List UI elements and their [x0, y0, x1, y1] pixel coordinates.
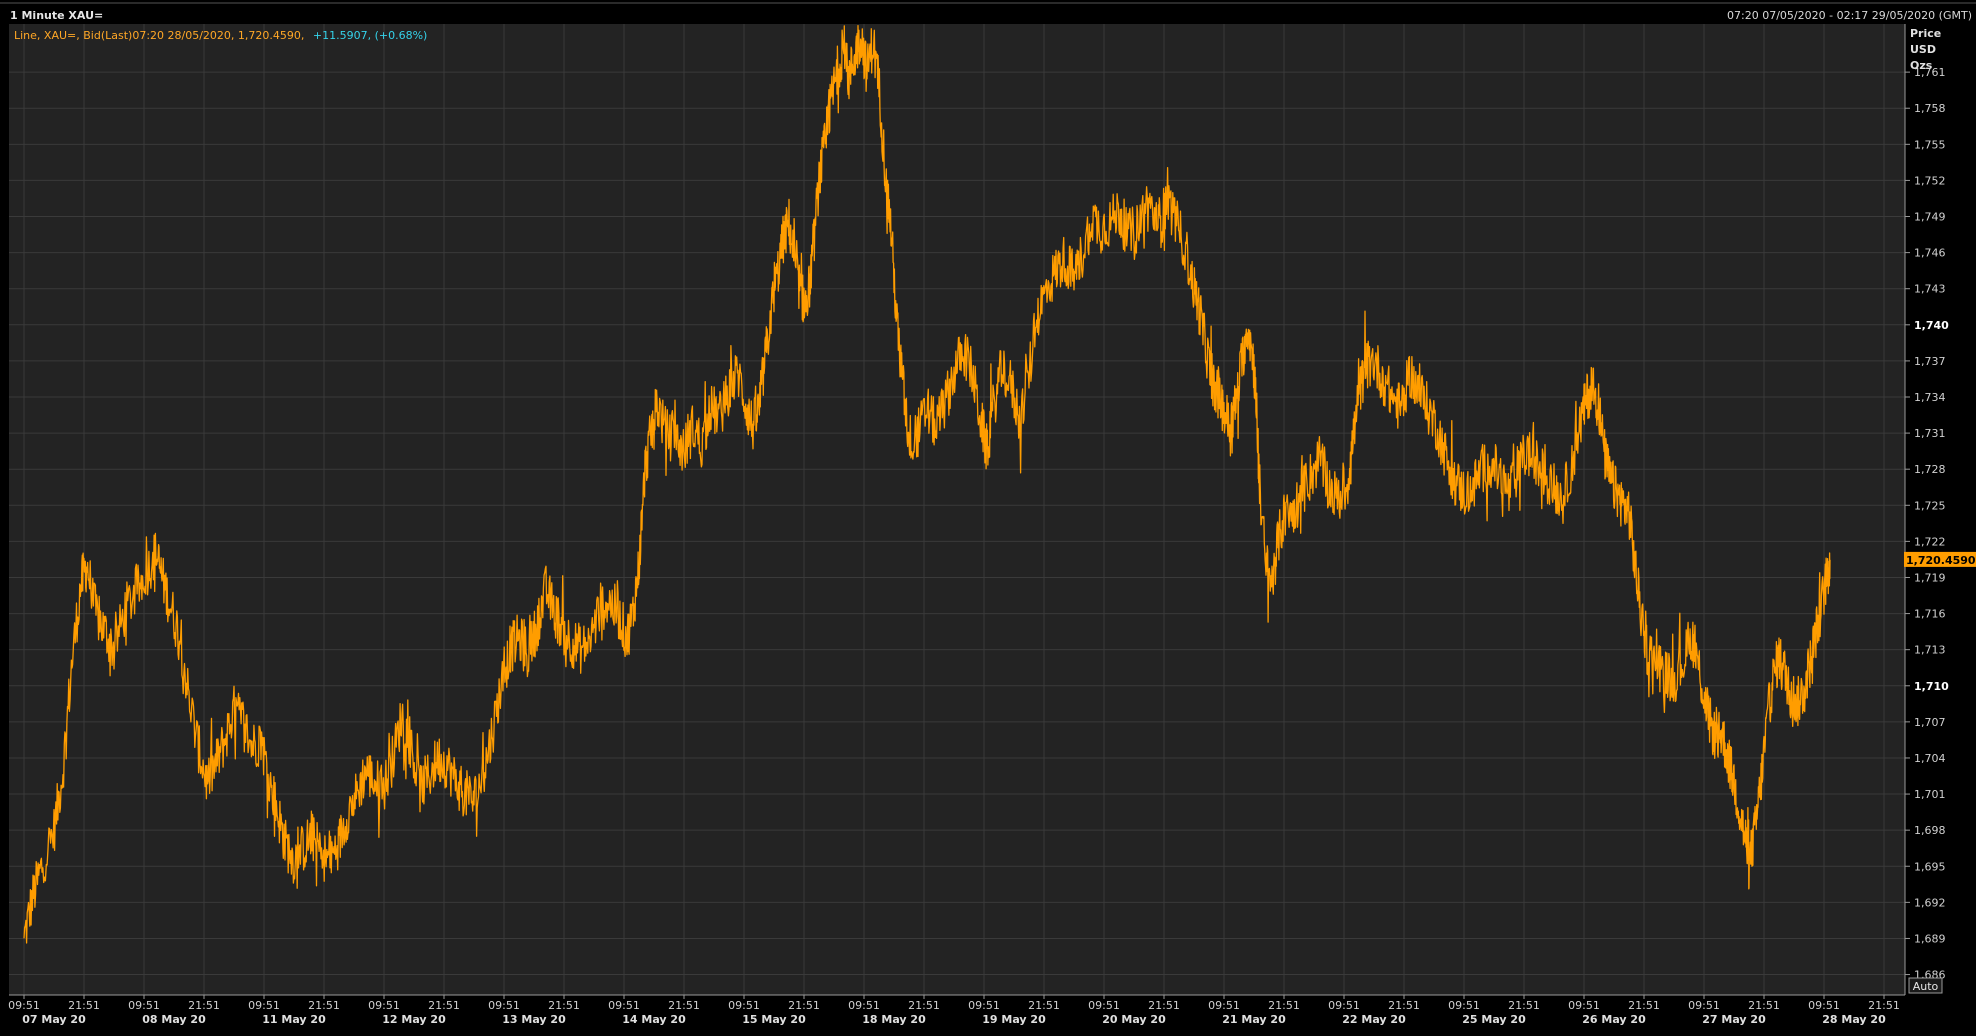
legend-text: Line, XAU=, Bid(Last)07:20 28/05/2020, 1… [14, 29, 427, 42]
x-session-label: 21:51 [428, 999, 460, 1012]
x-session-label: 09:51 [1688, 999, 1720, 1012]
y-tick-label: 1,755 [1914, 138, 1946, 151]
x-session-label: 09:51 [1088, 999, 1120, 1012]
x-session-label: 09:51 [848, 999, 880, 1012]
x-session-label: 09:51 [128, 999, 160, 1012]
x-session-label: 09:51 [1808, 999, 1840, 1012]
x-date-label: 27 May 20 [1702, 1013, 1766, 1026]
x-session-label: 09:51 [1568, 999, 1600, 1012]
axis-unit-price: Price [1910, 27, 1941, 40]
x-date-label: 22 May 20 [1342, 1013, 1406, 1026]
x-session-label: 21:51 [548, 999, 580, 1012]
y-tick-label: 1,749 [1914, 211, 1946, 224]
legend-main: Line, XAU=, Bid(Last)07:20 28/05/2020, 1… [14, 29, 304, 42]
x-session-label: 09:51 [368, 999, 400, 1012]
x-session-label: 21:51 [1148, 999, 1180, 1012]
auto-scale-button[interactable]: Auto [1908, 977, 1943, 994]
y-tick-label: 1,725 [1914, 499, 1946, 512]
x-session-label: 09:51 [728, 999, 760, 1012]
y-tick-label: 1,731 [1914, 427, 1946, 440]
x-session-label: 09:51 [1208, 999, 1240, 1012]
x-date-label: 11 May 20 [262, 1013, 326, 1026]
x-session-label: 09:51 [1448, 999, 1480, 1012]
x-session-label: 21:51 [1028, 999, 1060, 1012]
y-tick-label: 1,710 [1914, 680, 1949, 693]
axis-unit-currency: USD [1910, 43, 1936, 56]
x-date-label: 25 May 20 [1462, 1013, 1526, 1026]
time-range-label: 07:20 07/05/2020 - 02:17 29/05/2020 (GMT… [1727, 9, 1972, 22]
xau-price-chart: 1 Minute XAU= 07:20 07/05/2020 - 02:17 2… [0, 0, 1976, 1036]
x-date-label: 13 May 20 [502, 1013, 566, 1026]
y-tick-label: 1,740 [1914, 319, 1949, 332]
legend-change: +11.5907, (+0.68%) [313, 29, 427, 42]
x-date-label: 20 May 20 [1102, 1013, 1166, 1026]
x-session-label: 09:51 [8, 999, 40, 1012]
y-tick-label: 1,734 [1914, 391, 1946, 404]
y-tick-label: 1,707 [1914, 716, 1946, 729]
y-tick-label: 1,728 [1914, 463, 1946, 476]
x-session-label: 21:51 [788, 999, 820, 1012]
x-date-label: 18 May 20 [862, 1013, 926, 1026]
x-date-label: 26 May 20 [1582, 1013, 1646, 1026]
x-session-label: 21:51 [668, 999, 700, 1012]
window-title: 1 Minute XAU= [10, 9, 103, 22]
x-date-label: 08 May 20 [142, 1013, 206, 1026]
x-date-label: 28 May 20 [1822, 1013, 1886, 1026]
x-session-label: 09:51 [1328, 999, 1360, 1012]
last-value-label: 1,720.4590 [1906, 554, 1976, 567]
y-tick-label: 1,701 [1914, 788, 1946, 801]
auto-scale-label[interactable]: Auto [1913, 980, 1939, 993]
y-tick-label: 1,695 [1914, 860, 1946, 873]
y-tick-label: 1,716 [1914, 608, 1946, 621]
y-tick-label: 1,752 [1914, 174, 1946, 187]
x-date-label: 14 May 20 [622, 1013, 686, 1026]
y-tick-label: 1,713 [1914, 644, 1946, 657]
y-tick-label: 1,722 [1914, 535, 1946, 548]
chart-window: 1 Minute XAU= 07:20 07/05/2020 - 02:17 2… [0, 0, 1976, 1036]
y-tick-label: 1,737 [1914, 355, 1946, 368]
x-session-label: 21:51 [1388, 999, 1420, 1012]
x-session-label: 21:51 [1868, 999, 1900, 1012]
x-session-label: 21:51 [1748, 999, 1780, 1012]
x-date-label: 21 May 20 [1222, 1013, 1286, 1026]
x-session-label: 09:51 [968, 999, 1000, 1012]
x-date-label: 07 May 20 [22, 1013, 86, 1026]
x-session-label: 21:51 [188, 999, 220, 1012]
x-session-label: 21:51 [1628, 999, 1660, 1012]
y-tick-label: 1,698 [1914, 824, 1946, 837]
x-session-label: 21:51 [1508, 999, 1540, 1012]
x-session-label: 21:51 [308, 999, 340, 1012]
x-date-label: 19 May 20 [982, 1013, 1046, 1026]
x-date-label: 12 May 20 [382, 1013, 446, 1026]
y-tick-label: 1,758 [1914, 102, 1946, 115]
x-session-label: 21:51 [908, 999, 940, 1012]
y-tick-label: 1,743 [1914, 283, 1946, 296]
x-session-label: 09:51 [488, 999, 520, 1012]
x-session-label: 21:51 [1268, 999, 1300, 1012]
x-session-label: 09:51 [248, 999, 280, 1012]
x-session-label: 09:51 [608, 999, 640, 1012]
x-session-label: 21:51 [68, 999, 100, 1012]
y-tick-label: 1,746 [1914, 247, 1946, 260]
x-date-label: 15 May 20 [742, 1013, 806, 1026]
last-value-marker: 1,720.4590 [1904, 551, 1976, 567]
y-tick-label: 1,704 [1914, 752, 1946, 765]
axis-unit-weight: Ozs [1910, 59, 1933, 72]
y-tick-label: 1,719 [1914, 571, 1946, 584]
y-tick-label: 1,689 [1914, 932, 1946, 945]
y-tick-label: 1,692 [1914, 896, 1946, 909]
header-bar [0, 0, 1976, 24]
